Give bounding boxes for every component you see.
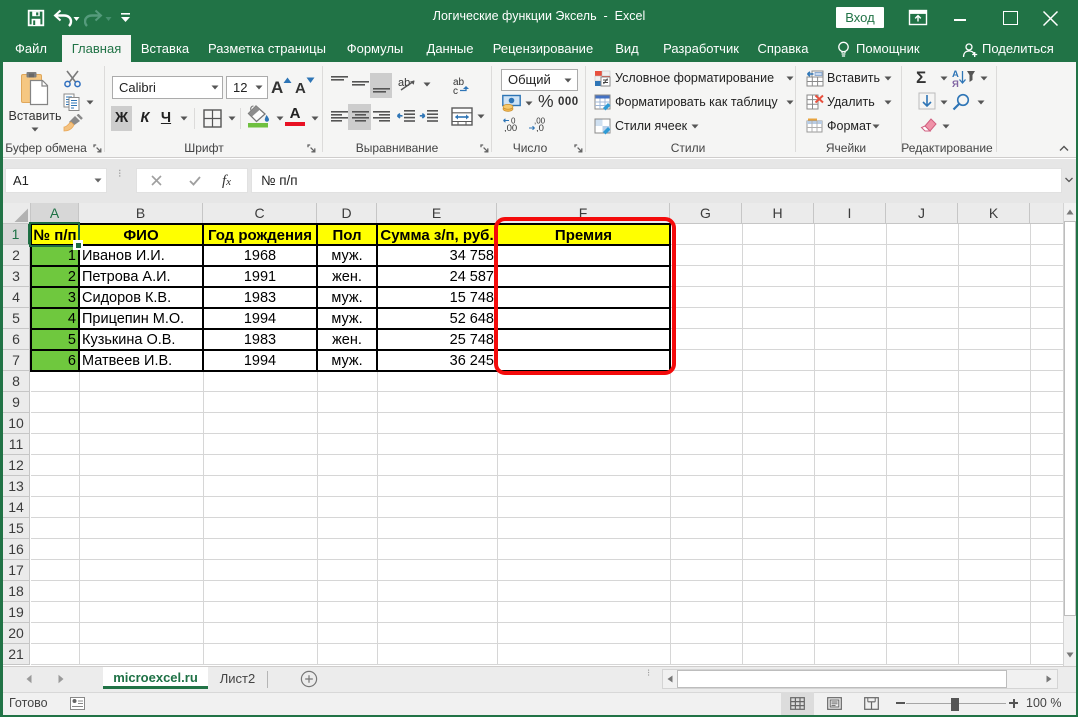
svg-text:0: 0: [511, 117, 516, 126]
svg-text:Я: Я: [952, 79, 959, 87]
svg-text:c: c: [453, 86, 458, 96]
svg-text:,0: ,0: [536, 123, 544, 132]
